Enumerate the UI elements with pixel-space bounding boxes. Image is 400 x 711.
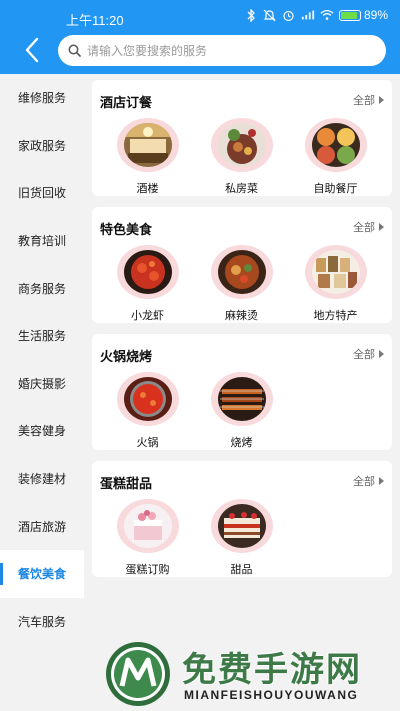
play-arrow-icon: [379, 350, 384, 358]
category-item-hotpot[interactable]: 火锅: [101, 372, 194, 450]
sidebar-item-auto[interactable]: 汽车服务: [0, 598, 84, 646]
item-label: 酒楼: [136, 182, 159, 195]
item-thumbnail: [210, 245, 273, 299]
item-label: 蛋糕订购: [125, 563, 170, 576]
crayfish-image: [123, 250, 172, 294]
sidebar-item-food[interactable]: 餐饮美食: [0, 549, 84, 598]
malatang-image: [217, 250, 266, 294]
watermark-logo-icon: [106, 642, 170, 706]
section-title: 特色美食: [100, 223, 153, 238]
back-arrow-icon: [25, 37, 39, 63]
main-content: 酒店订餐 全部 酒楼 私房菜 自助餐厅 特色美食 全部 小龙虾 麻辣烫 地方特产…: [84, 74, 400, 711]
item-thumbnail: [210, 499, 273, 553]
view-all-button[interactable]: 全部: [353, 92, 384, 108]
item-thumbnail: [210, 118, 273, 172]
sidebar-item-decoration[interactable]: 装修建材: [0, 455, 84, 503]
battery-icon: [338, 9, 361, 21]
category-item-cake-order[interactable]: 蛋糕订购: [101, 499, 194, 577]
search-input[interactable]: [87, 43, 377, 58]
view-all-button[interactable]: 全部: [353, 473, 384, 489]
section-title: 蛋糕甜品: [100, 477, 153, 492]
category-item-local-specialty[interactable]: 地方特产: [289, 245, 382, 323]
hotpot-image: [123, 377, 172, 421]
item-thumbnail: [304, 118, 367, 172]
sidebar-item-repair[interactable]: 维修服务: [0, 74, 84, 122]
status-time: 上午11:20: [66, 13, 124, 28]
sidebar-item-hotel-travel[interactable]: 酒店旅游: [0, 502, 84, 550]
view-all-label: 全部: [353, 94, 375, 107]
section-cake-dessert: 蛋糕甜品 全部 蛋糕订购 甜品: [92, 461, 392, 577]
sidebar-item-beauty-fitness[interactable]: 美容健身: [0, 407, 84, 455]
bluetooth-icon: [244, 8, 258, 22]
item-thumbnail: [116, 245, 179, 299]
private-kitchen-image: [217, 123, 266, 167]
section-title: 酒店订餐: [100, 96, 153, 111]
category-item-buffet[interactable]: 自助餐厅: [289, 118, 382, 196]
item-thumbnail: [304, 245, 367, 299]
section-hotpot-bbq: 火锅烧烤 全部 火锅 烧烤: [92, 334, 392, 450]
cake-image: [123, 504, 172, 548]
category-item-dessert[interactable]: 甜品: [195, 499, 288, 577]
view-all-label: 全部: [353, 221, 375, 234]
item-thumbnail: [210, 372, 273, 426]
view-all-button[interactable]: 全部: [353, 346, 384, 362]
cellular-signal-icon: [301, 8, 315, 22]
category-item-private-kitchen[interactable]: 私房菜: [195, 118, 288, 196]
watermark-title: 免费手游网: [182, 650, 362, 690]
bbq-image: [217, 377, 266, 421]
alarm-icon: [282, 8, 296, 22]
item-label: 小龙虾: [131, 309, 164, 322]
sidebar-item-recycling[interactable]: 旧货回收: [0, 169, 84, 217]
item-label: 私房菜: [225, 182, 258, 195]
sidebar-item-life[interactable]: 生活服务: [0, 312, 84, 360]
item-label: 火锅: [136, 436, 159, 449]
section-title: 火锅烧烤: [100, 350, 153, 365]
sidebar-item-business[interactable]: 商务服务: [0, 264, 84, 312]
status-icons: 89%: [244, 8, 388, 22]
battery-level: 89%: [363, 8, 388, 22]
play-arrow-icon: [379, 477, 384, 485]
watermark-subtitle: MIANFEISHOUYOUWANG: [184, 688, 359, 702]
category-item-crayfish[interactable]: 小龙虾: [101, 245, 194, 323]
wifi-icon: [320, 8, 334, 22]
category-item-bbq[interactable]: 烧烤: [195, 372, 288, 450]
header: 上午11:20 89%: [0, 0, 400, 74]
search-bar[interactable]: [58, 35, 386, 66]
play-arrow-icon: [379, 223, 384, 231]
play-arrow-icon: [379, 96, 384, 104]
dessert-image: [217, 504, 266, 548]
item-label: 地方特产: [313, 309, 358, 322]
status-bar: 上午11:20 89%: [0, 0, 400, 32]
mute-icon: [263, 8, 277, 22]
section-hotel-dining: 酒店订餐 全部 酒楼 私房菜 自助餐厅: [92, 80, 392, 196]
sidebar-item-wedding-photo[interactable]: 婚庆摄影: [0, 360, 84, 408]
back-button[interactable]: [18, 36, 46, 64]
battery-indicator: 89%: [338, 8, 388, 22]
search-icon: [68, 44, 81, 57]
item-thumbnail: [116, 372, 179, 426]
restaurant-image: [123, 123, 172, 167]
section-specialty-food: 特色美食 全部 小龙虾 麻辣烫 地方特产: [92, 207, 392, 323]
item-thumbnail: [116, 118, 179, 172]
view-all-button[interactable]: 全部: [353, 219, 384, 235]
category-item-restaurant[interactable]: 酒楼: [101, 118, 194, 196]
view-all-label: 全部: [353, 475, 375, 488]
watermark: 免费手游网 MIANFEISHOUYOUWANG: [104, 640, 398, 710]
local-specialty-image: [311, 250, 360, 294]
sidebar-item-housekeeping[interactable]: 家政服务: [0, 122, 84, 170]
item-label: 甜品: [230, 563, 253, 576]
sidebar-item-education[interactable]: 教育培训: [0, 217, 84, 265]
category-sidebar: 维修服务 家政服务 旧货回收 教育培训 商务服务 生活服务 婚庆摄影 美容健身 …: [0, 74, 84, 711]
buffet-image: [311, 123, 360, 167]
category-item-malatang[interactable]: 麻辣烫: [195, 245, 288, 323]
item-thumbnail: [116, 499, 179, 553]
item-label: 自助餐厅: [313, 182, 358, 195]
view-all-label: 全部: [353, 348, 375, 361]
item-label: 麻辣烫: [225, 309, 258, 322]
item-label: 烧烤: [230, 436, 253, 449]
